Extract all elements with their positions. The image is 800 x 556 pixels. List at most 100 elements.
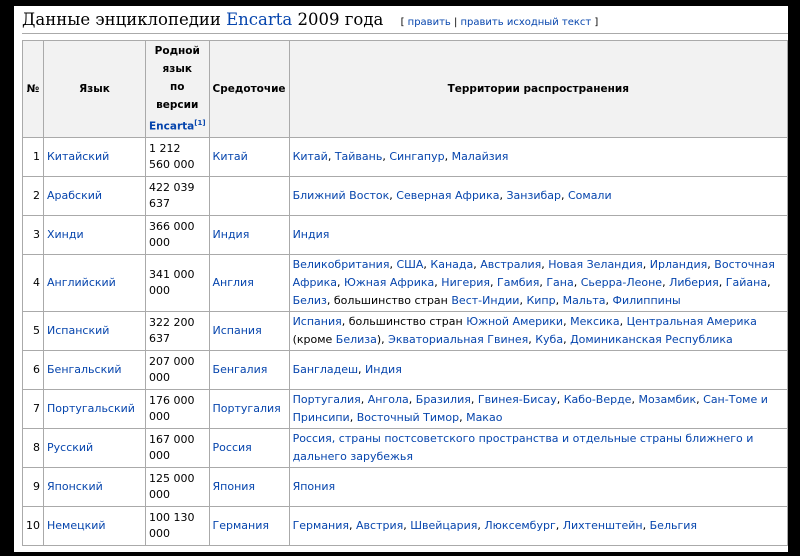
territory-link[interactable]: Белиз	[293, 294, 327, 307]
center-cell: Бенгалия	[208, 349, 290, 390]
territory-link[interactable]: Япония	[293, 480, 336, 493]
center-link[interactable]: Англия	[213, 276, 254, 289]
language-link[interactable]: Арабский	[47, 189, 102, 202]
territory-link[interactable]: Южной Америки	[466, 315, 563, 328]
language-link[interactable]: Немецкий	[47, 519, 106, 532]
territory-link[interactable]: Испания	[293, 315, 342, 328]
speakers-cell: 1 212 560 000	[145, 136, 210, 177]
territory-link[interactable]: Белиза	[336, 333, 377, 346]
speakers-cell: 341 000 000	[145, 253, 210, 312]
territory-link[interactable]: Люксембург	[484, 519, 555, 532]
center-link[interactable]: Германия	[213, 519, 269, 532]
language-link[interactable]: Английский	[47, 276, 116, 289]
territory-link[interactable]: Нигерия	[441, 276, 490, 289]
footnote-ref-1[interactable]: [1]	[194, 119, 205, 127]
territory-link[interactable]: Бельгия	[650, 519, 697, 532]
territory-link[interactable]: Канада	[430, 258, 473, 271]
speakers-value-line1: 100 130	[149, 510, 195, 524]
header-center[interactable]: Средоточие	[208, 40, 290, 138]
center-link[interactable]: Бенгалия	[213, 363, 268, 376]
territory-link[interactable]: Индия	[293, 228, 330, 241]
territory-link[interactable]: Либерия	[669, 276, 719, 289]
territory-link[interactable]: Россия	[293, 432, 332, 445]
territory-link[interactable]: Бразилия	[416, 393, 471, 406]
territory-link[interactable]: Великобритания	[293, 258, 390, 271]
center-link[interactable]: Япония	[213, 480, 256, 493]
territory-link[interactable]: Сьерра-Леоне	[581, 276, 662, 289]
territory-link[interactable]: Кипр	[526, 294, 555, 307]
header-encarta-link[interactable]: Encarta	[149, 121, 194, 133]
territory-link[interactable]: Ангола	[368, 393, 409, 406]
territory-link[interactable]: Макао	[466, 411, 502, 424]
territory-link[interactable]: , страны постсоветского пространства и о…	[293, 432, 754, 463]
territory-link[interactable]: Гана	[546, 276, 573, 289]
language-link[interactable]: Бенгальский	[47, 363, 122, 376]
language-link[interactable]: Русский	[47, 441, 93, 454]
territory-text: ,	[642, 257, 650, 271]
territory-link[interactable]: Мальта	[563, 294, 606, 307]
territory-link[interactable]: Восточный Тимор	[357, 411, 459, 424]
speakers-value-line1: 207 000	[149, 354, 195, 368]
territory-link[interactable]: Вест-Индии	[451, 294, 519, 307]
header-speakers[interactable]: Родной язык по версии Encarta[1]	[145, 40, 210, 138]
territory-link[interactable]: Тайвань	[335, 150, 383, 163]
territory-link[interactable]: Австралия	[480, 258, 541, 271]
speakers-value-line2: 000	[149, 283, 170, 297]
territory-link[interactable]: Гамбия	[497, 276, 539, 289]
territory-link[interactable]: Мозамбик	[638, 393, 696, 406]
territory-link[interactable]: Мексика	[570, 315, 619, 328]
territory-link[interactable]: Доминиканская Республика	[570, 333, 733, 346]
header-speakers-l4: версии	[156, 99, 199, 111]
header-territories[interactable]: Территории распространения	[288, 40, 788, 138]
territory-link[interactable]: Куба	[535, 333, 563, 346]
row-number: 9	[22, 466, 44, 507]
header-speakers-l2: язык	[162, 63, 192, 75]
territory-link[interactable]: Ближний Восток	[293, 189, 390, 202]
language-link[interactable]: Японский	[47, 480, 103, 493]
territory-link[interactable]: Индия	[365, 363, 402, 376]
territory-link[interactable]: Гвинея-Бисау	[478, 393, 557, 406]
territory-text: ,	[408, 392, 416, 406]
territory-link[interactable]: Лихтенштейн	[563, 519, 643, 532]
edit-link[interactable]: править	[408, 17, 451, 28]
territory-link[interactable]: Сомали	[568, 189, 612, 202]
territory-link[interactable]: Филиппины	[612, 294, 680, 307]
speakers-value-line2: 560 000	[149, 157, 195, 171]
territory-link[interactable]: Австрия	[356, 519, 403, 532]
territory-link[interactable]: Южная Африка	[344, 276, 434, 289]
territory-link[interactable]: Северная Африка	[396, 189, 499, 202]
header-num[interactable]: №	[22, 40, 44, 138]
territory-link[interactable]: Бангладеш	[293, 363, 358, 376]
language-cell: Испанский	[43, 310, 146, 351]
territory-link[interactable]: Германия	[293, 519, 349, 532]
center-link[interactable]: Китай	[213, 150, 248, 163]
language-link[interactable]: Хинди	[47, 228, 84, 241]
territory-link[interactable]: Малайзия	[452, 150, 509, 163]
heading-link-encarta[interactable]: Encarta	[226, 10, 292, 29]
territory-link[interactable]: Экваториальная Гвинея	[388, 333, 528, 346]
territory-link[interactable]: Сингапур	[389, 150, 444, 163]
territory-link[interactable]: Занзибар	[506, 189, 561, 202]
header-language[interactable]: Язык	[43, 40, 146, 138]
territory-link[interactable]: Китай	[293, 150, 328, 163]
territory-link[interactable]: Гайана	[726, 276, 767, 289]
language-link[interactable]: Португальский	[47, 402, 135, 415]
territory-text: ,	[662, 275, 670, 289]
center-link[interactable]: Португалия	[213, 402, 281, 415]
territory-link[interactable]: США	[396, 258, 423, 271]
territory-link[interactable]: Новая Зеландия	[548, 258, 643, 271]
center-link[interactable]: Россия	[213, 441, 252, 454]
territory-link[interactable]: Швейцария	[410, 519, 477, 532]
center-link[interactable]: Испания	[213, 324, 262, 337]
territory-text: ,	[490, 275, 498, 289]
edit-source-link[interactable]: править исходный текст	[461, 17, 592, 28]
territory-link[interactable]: Кабо-Верде	[564, 393, 632, 406]
territory-text: ,	[555, 293, 563, 307]
territory-link[interactable]: Центральная Америка	[627, 315, 757, 328]
territory-link[interactable]: Ирландия	[650, 258, 708, 271]
speakers-value-line1: 125 000	[149, 471, 195, 485]
language-link[interactable]: Испанский	[47, 324, 109, 337]
territory-link[interactable]: Португалия	[293, 393, 361, 406]
center-link[interactable]: Индия	[213, 228, 250, 241]
language-link[interactable]: Китайский	[47, 150, 109, 163]
